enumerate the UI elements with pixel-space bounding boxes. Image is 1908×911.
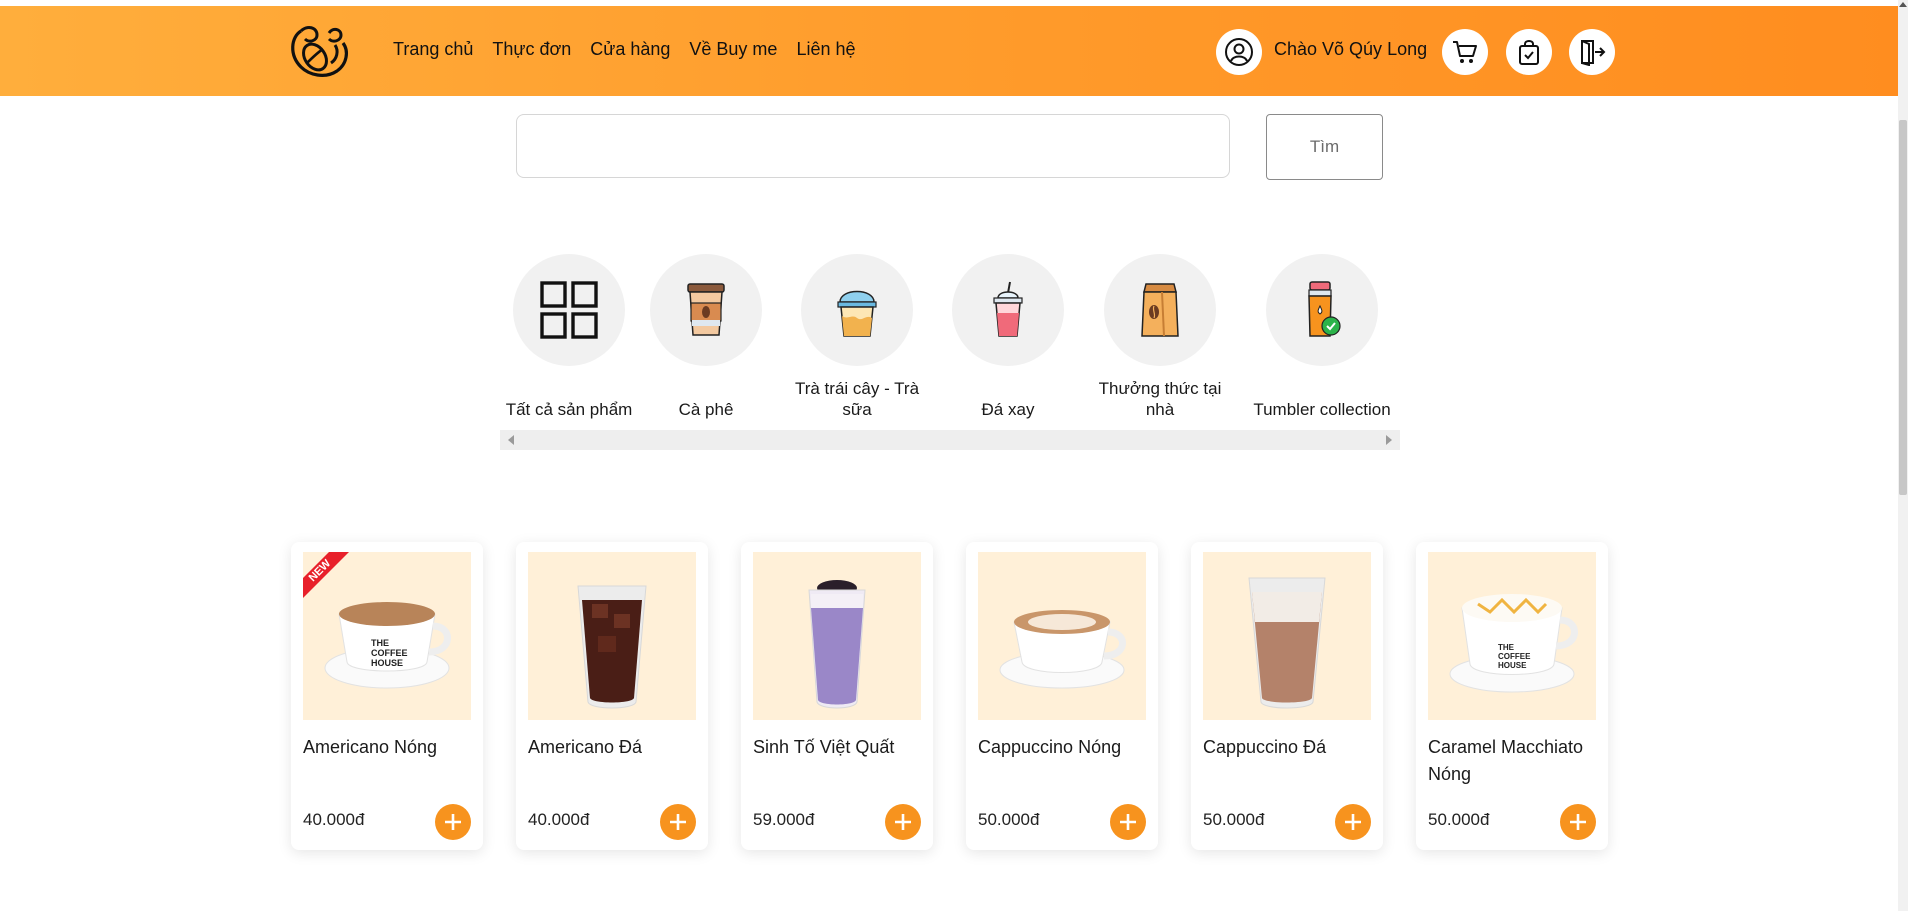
scroll-right-arrow-icon[interactable] [1386,435,1392,445]
nav-stores[interactable]: Cửa hàng [590,39,670,60]
product-image[interactable] [753,552,921,720]
plus-icon [895,814,911,830]
cart-button[interactable] [1442,29,1488,75]
category-all[interactable]: Tất cả sản phẩm [499,254,639,420]
search-input[interactable] [516,114,1230,178]
tumbler-icon [1308,281,1341,337]
nav-contact[interactable]: Liên hệ [796,39,855,60]
category-label: Đá xay [981,400,1035,419]
coffee-bag-icon [1141,283,1179,337]
user-greeting[interactable]: Chào Võ Qúy Long [1274,39,1427,60]
coffee-cup-icon [687,283,725,336]
grid-icon [540,281,598,339]
scroll-left-arrow-icon[interactable] [508,435,514,445]
iced-americano-image [577,585,647,709]
plus-icon [1120,814,1136,830]
product-image[interactable] [1203,552,1371,720]
svg-text:HOUSE: HOUSE [1498,661,1527,670]
product-card[interactable]: Sinh Tố Việt Quất 59.000đ [741,542,933,850]
logout-icon [1581,40,1606,66]
add-to-cart-button[interactable] [1335,804,1371,840]
product-name[interactable]: Americano Đá [528,734,700,761]
product-image[interactable] [528,552,696,720]
category-disc [1266,254,1378,366]
shopping-bag-icon [1519,40,1539,65]
category-fruit-milk-tea[interactable]: Trà trái cây - Trà sữa [787,254,927,420]
product-price: 40.000đ [303,810,365,829]
add-to-cart-button[interactable] [660,804,696,840]
product-card[interactable]: Americano Đá 40.000đ [516,542,708,850]
hot-cappuccino-image [999,610,1126,689]
svg-text:THE: THE [1498,643,1515,652]
category-coffee[interactable]: Cà phê [636,254,776,420]
plus-icon [445,814,461,830]
top-header: Trang chủ Thực đơn Cửa hàng Về Buy me Li… [0,6,1898,96]
scroll-up-arrow-icon[interactable] [1899,2,1907,7]
category-disc [952,254,1064,366]
frappe-icon [993,281,1023,337]
product-image[interactable] [978,552,1146,720]
add-to-cart-button[interactable] [1110,804,1146,840]
product-name[interactable]: Caramel Macchiato Nóng [1428,734,1600,788]
category-tumbler[interactable]: Tumbler collection [1252,254,1392,420]
category-label: Cà phê [678,400,734,419]
category-label: Tất cả sản phẩm [505,400,633,419]
category-label: Trà trái cây - Trà sữa [794,379,920,419]
cart-icon [1453,41,1477,63]
coffee-bean-logo-icon[interactable] [287,21,353,83]
iced-cappuccino-image [1248,577,1326,709]
plus-icon [1570,814,1586,830]
svg-text:COFFEE: COFFEE [371,648,408,658]
logout-button[interactable] [1569,29,1615,75]
nav-about[interactable]: Về Buy me [689,39,777,60]
category-disc [513,254,625,366]
product-name[interactable]: Cappuccino Nóng [978,734,1150,761]
user-button[interactable] [1216,29,1262,75]
plus-icon [1345,814,1361,830]
nav-home[interactable]: Trang chủ [393,39,473,60]
product-card[interactable]: THE COFFEE HOUSE Caramel Macchiato Nóng … [1416,542,1608,850]
product-name[interactable]: Americano Nóng [303,734,475,761]
add-to-cart-button[interactable] [435,804,471,840]
scrollbar-thumb[interactable] [1899,120,1907,495]
product-name[interactable]: Sinh Tố Việt Quất [753,734,925,761]
category-disc [650,254,762,366]
product-price: 40.000đ [528,810,590,829]
product-price: 50.000đ [1203,810,1265,829]
milk-tea-icon [837,290,877,337]
user-icon [1225,38,1253,66]
product-name[interactable]: Cappuccino Đá [1203,734,1375,761]
category-at-home[interactable]: Thưởng thức tại nhà [1090,254,1230,420]
product-price: 50.000đ [1428,810,1490,829]
product-price: 50.000đ [978,810,1040,829]
plus-icon [670,814,686,830]
svg-text:THE: THE [371,638,389,648]
product-card[interactable]: Cappuccino Đá 50.000đ [1191,542,1383,850]
category-label: Tumbler collection [1253,400,1391,419]
category-disc [1104,254,1216,366]
caramel-macchiato-image: THE COFFEE HOUSE [1449,594,1578,693]
svg-text:COFFEE: COFFEE [1498,652,1531,661]
nav-menu[interactable]: Thực đơn [492,39,571,60]
page-vertical-scrollbar[interactable] [1898,0,1908,911]
orders-button[interactable] [1506,29,1552,75]
category-disc [801,254,913,366]
new-badge: NEW [303,552,349,598]
add-to-cart-button[interactable] [1560,804,1596,840]
category-horizontal-scrollbar[interactable] [500,430,1400,450]
product-card[interactable]: THE COFFEE HOUSE NEW Americano Nóng 40.0… [291,542,483,850]
add-to-cart-button[interactable] [885,804,921,840]
product-price: 59.000đ [753,810,815,829]
category-label: Thưởng thức tại nhà [1098,379,1222,419]
main-nav: Trang chủ Thực đơn Cửa hàng Về Buy me Li… [393,39,875,60]
category-ice-blended[interactable]: Đá xay [938,254,1078,420]
product-image[interactable]: THE COFFEE HOUSE [1428,552,1596,720]
blueberry-smoothie-image [808,580,866,709]
svg-text:HOUSE: HOUSE [371,658,403,668]
product-card[interactable]: Cappuccino Nóng 50.000đ [966,542,1158,850]
search-button[interactable]: Tìm [1266,114,1383,180]
